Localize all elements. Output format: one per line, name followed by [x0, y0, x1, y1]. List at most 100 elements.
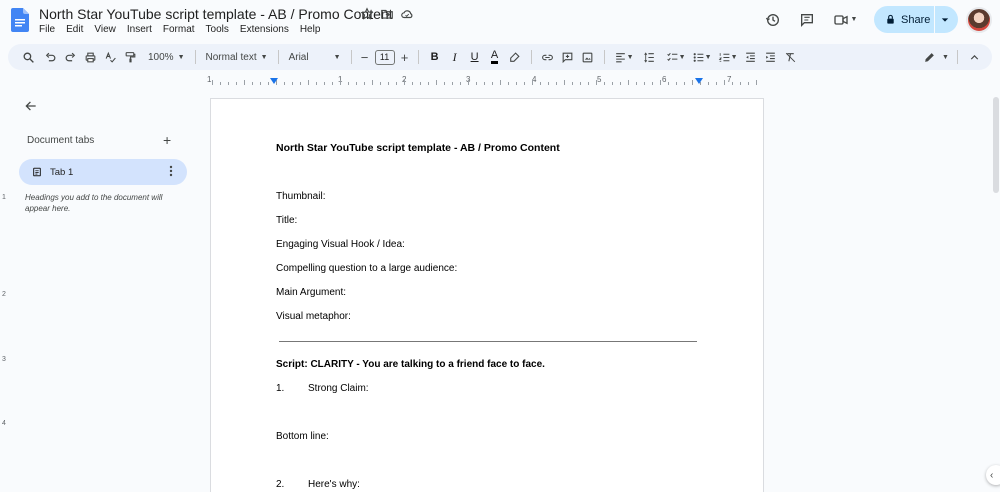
image-icon: [582, 52, 593, 62]
insert-link-button[interactable]: [538, 46, 558, 68]
star-icon[interactable]: [360, 7, 374, 21]
chevron-down-icon: ▼: [730, 53, 738, 61]
line-spacing-button[interactable]: [637, 46, 663, 68]
ruler-tick: [732, 82, 733, 85]
checklist-button[interactable]: ▼: [663, 46, 689, 68]
increase-indent-button[interactable]: [761, 46, 781, 68]
link-icon: [542, 54, 553, 60]
align-button[interactable]: ▼: [611, 46, 637, 68]
side-panel-toggle-button[interactable]: ‹: [986, 465, 1000, 485]
menu-view[interactable]: View: [94, 24, 116, 35]
font-select[interactable]: Arial ▼: [285, 46, 345, 68]
printer-icon: [85, 52, 95, 62]
bulleted-list-button[interactable]: ▼: [689, 46, 715, 68]
share-options-icon[interactable]: [941, 16, 949, 24]
highlight-color-button[interactable]: [505, 46, 525, 68]
meet-button[interactable]: ▼: [828, 7, 862, 33]
add-tab-button[interactable]: +: [163, 132, 171, 148]
menu-insert[interactable]: Insert: [127, 24, 152, 35]
cloud-status-icon[interactable]: [400, 7, 414, 21]
paragraph-style-select[interactable]: Normal text ▼: [202, 46, 272, 68]
menu-file[interactable]: File: [39, 24, 55, 35]
sidebar-item-tab-1[interactable]: Tab 1: [19, 159, 187, 185]
paragraph-style-value: Normal text: [205, 51, 257, 63]
scrollbar-thumb[interactable]: [993, 97, 999, 193]
undo-icon: [45, 52, 55, 61]
ruler-tick: [356, 82, 357, 85]
chevron-down-icon: ▼: [850, 16, 858, 23]
italic-button[interactable]: I: [445, 46, 465, 68]
ruler-tick: [388, 82, 389, 85]
numbered-list-button[interactable]: ▼: [715, 46, 741, 68]
ruler-number: 4: [2, 420, 6, 427]
toolbar-divider: [530, 50, 532, 64]
chevron-down-icon: ▼: [333, 53, 341, 61]
insert-image-button[interactable]: [578, 46, 598, 68]
undo-button[interactable]: [40, 46, 60, 68]
spellcheck-button[interactable]: [100, 46, 120, 68]
menu-help[interactable]: Help: [300, 24, 321, 35]
underline-button[interactable]: U: [465, 46, 485, 68]
add-comment-button[interactable]: [558, 46, 578, 68]
menu-tools[interactable]: Tools: [206, 24, 229, 35]
move-folder-icon[interactable]: [380, 7, 394, 21]
text-color-icon: A: [490, 50, 499, 64]
avatar[interactable]: [966, 6, 992, 33]
ruler-tick: [228, 82, 229, 85]
version-history-button[interactable]: [760, 7, 786, 33]
menu-extensions[interactable]: Extensions: [240, 24, 289, 35]
decrease-indent-icon: [746, 52, 755, 62]
editing-mode-button[interactable]: ▼: [921, 46, 951, 68]
ruler-tick: [348, 82, 349, 85]
print-button[interactable]: [80, 46, 100, 68]
font-size-input[interactable]: 11: [374, 49, 395, 65]
document-page[interactable]: North Star YouTube script template - AB …: [210, 98, 764, 492]
chevron-left-icon: ‹: [990, 469, 994, 481]
menu-edit[interactable]: Edit: [66, 24, 83, 35]
spellcheck-icon: [105, 51, 116, 63]
chevron-down-icon: ▼: [260, 53, 268, 61]
ruler-tick: [340, 80, 341, 85]
toolbar-divider: [603, 50, 605, 64]
chevron-down-icon: ▼: [704, 53, 712, 61]
field-title: Title:: [276, 215, 298, 226]
menu-format[interactable]: Format: [163, 24, 195, 35]
left-indent-marker[interactable]: [270, 78, 278, 84]
decrease-font-size-button[interactable]: −: [358, 46, 372, 68]
ruler-tick: [644, 82, 645, 85]
checklist-icon: [666, 52, 677, 61]
document-title[interactable]: North Star YouTube script template - AB …: [39, 6, 393, 22]
line-spacing-icon: [644, 51, 654, 63]
list-item: 2. Here's why:: [276, 479, 360, 490]
right-indent-marker[interactable]: [695, 78, 703, 84]
google-docs-logo-icon[interactable]: [11, 8, 29, 32]
increase-font-size-button[interactable]: +: [398, 46, 412, 68]
bold-button[interactable]: B: [425, 46, 445, 68]
ruler-tick: [524, 82, 525, 85]
paint-format-icon: [125, 51, 135, 62]
hide-menus-button[interactable]: [964, 46, 984, 68]
search-menus-button[interactable]: [18, 46, 38, 68]
document-tabs-header: Document tabs: [27, 135, 95, 146]
title-bar: North Star YouTube script template - AB …: [0, 0, 1000, 42]
ruler-tick: [476, 82, 477, 85]
list-text: Here's why:: [308, 479, 360, 490]
back-arrow-icon[interactable]: [24, 99, 38, 113]
text-color-button[interactable]: A: [485, 46, 505, 68]
ruler-tick: [604, 82, 605, 85]
lock-icon: [887, 14, 894, 24]
clear-formatting-button[interactable]: [781, 46, 801, 68]
chevron-down-icon: ▼: [942, 53, 949, 61]
share-label: Share: [901, 13, 931, 26]
horizontal-ruler[interactable]: 1 1 2 3 4 5 6 7: [207, 73, 764, 89]
share-button[interactable]: Share: [874, 6, 958, 33]
comments-button[interactable]: [794, 7, 820, 33]
zoom-select[interactable]: 100% ▼: [144, 46, 189, 68]
paint-format-button[interactable]: [120, 46, 140, 68]
ruler-tick: [412, 82, 413, 85]
redo-button[interactable]: [60, 46, 80, 68]
more-options-icon[interactable]: [169, 165, 173, 177]
toolbar-divider: [350, 50, 352, 64]
decrease-indent-button[interactable]: [741, 46, 761, 68]
ruler-tick: [636, 82, 637, 85]
